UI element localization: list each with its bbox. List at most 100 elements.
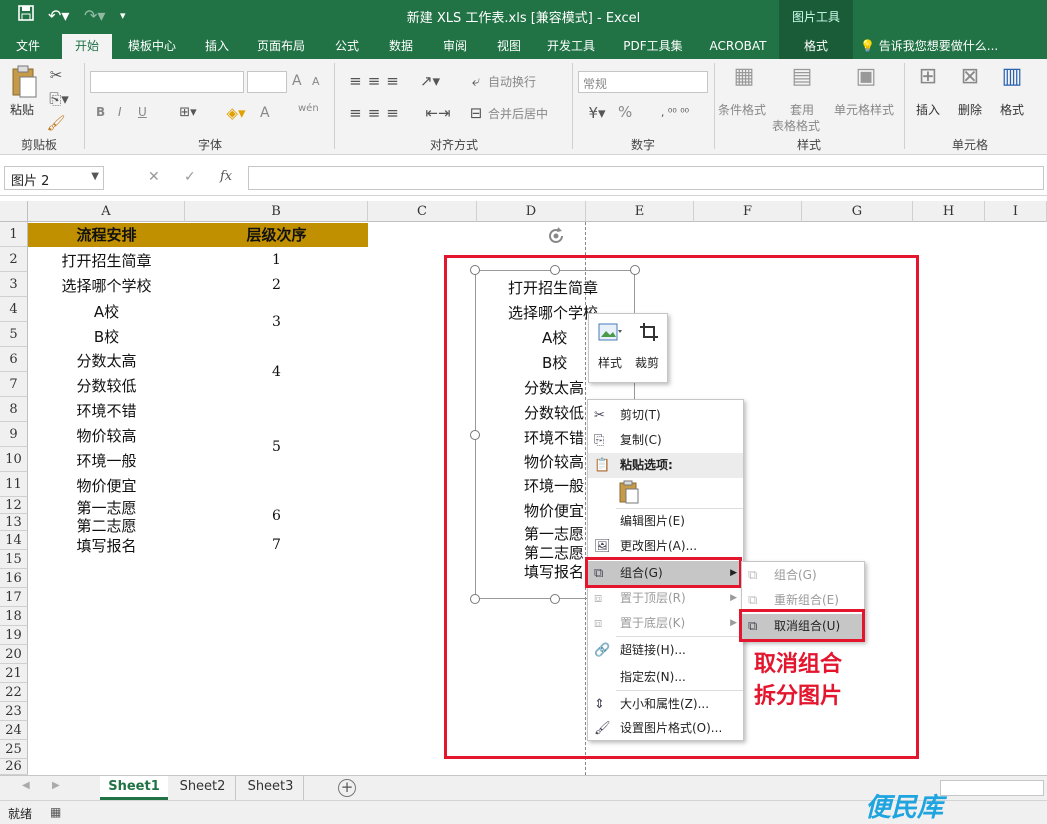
cell-b[interactable]: 7: [185, 537, 368, 553]
row-header[interactable]: 12: [0, 497, 28, 514]
underline-button[interactable]: U: [138, 105, 147, 119]
bold-button[interactable]: B: [96, 105, 105, 119]
submenu-item-group[interactable]: ⧉ 组合(G): [742, 563, 864, 588]
menu-item-edit-picture[interactable]: 编辑图片(E): [588, 509, 743, 534]
cell-a[interactable]: 物价较高: [28, 425, 185, 446]
merge-center-icon[interactable]: ⊟: [466, 103, 486, 123]
sheet-tab-3[interactable]: Sheet3: [238, 776, 304, 800]
crop-icon[interactable]: [639, 322, 659, 344]
format-as-table-button[interactable]: 套用: [790, 101, 814, 118]
conditional-format-icon[interactable]: ▦: [730, 66, 758, 88]
font-color-button[interactable]: A: [260, 105, 270, 121]
shrink-font-button[interactable]: A: [312, 75, 320, 88]
phonetic-button[interactable]: wén: [298, 103, 319, 114]
macro-record-icon[interactable]: ▦: [50, 805, 61, 819]
fill-color-icon[interactable]: ◈▾: [220, 103, 252, 123]
row-header[interactable]: 16: [0, 569, 28, 588]
resize-handle[interactable]: [550, 265, 560, 275]
grow-font-button[interactable]: A: [292, 73, 302, 89]
cell-b[interactable]: 6: [185, 508, 368, 524]
sheet-tab-2[interactable]: Sheet2: [170, 776, 236, 800]
tab-templates[interactable]: 模板中心: [118, 34, 186, 59]
cell-a[interactable]: B校: [28, 326, 185, 347]
percent-button[interactable]: %: [618, 103, 632, 121]
name-box[interactable]: 图片 2 ▼: [4, 166, 104, 190]
paste-option-clipboard-icon[interactable]: [618, 480, 642, 506]
cell-b[interactable]: 1: [185, 252, 368, 268]
orientation-icon[interactable]: ↗▾: [416, 71, 444, 91]
row-header[interactable]: 21: [0, 664, 28, 683]
cell-b[interactable]: 4: [185, 364, 368, 380]
row-header[interactable]: 17: [0, 588, 28, 607]
cell-a[interactable]: 环境一般: [28, 450, 185, 471]
horizontal-scrollbar[interactable]: [940, 780, 1044, 796]
cell-a[interactable]: A校: [28, 301, 185, 322]
borders-icon[interactable]: ⊞▾: [170, 103, 206, 123]
cell-styles-button[interactable]: 单元格样式: [834, 101, 894, 118]
row-header[interactable]: 13: [0, 514, 28, 531]
row-header[interactable]: 1: [0, 222, 28, 247]
column-header[interactable]: G: [802, 201, 913, 222]
cell-a[interactable]: 第二志愿: [28, 515, 185, 536]
confirm-entry-button[interactable]: ✓: [184, 169, 196, 185]
format-as-table-icon[interactable]: ▤: [788, 66, 816, 88]
resize-handle[interactable]: [470, 594, 480, 604]
worksheet-grid[interactable]: A B C D E F G H I 1 2 3 4 5 6 7 8 9 10 1…: [0, 201, 1047, 775]
font-name-combo[interactable]: [90, 71, 244, 93]
menu-item-hyperlink[interactable]: 🔗 超链接(H)...: [588, 638, 743, 663]
row-header[interactable]: 7: [0, 372, 28, 397]
tab-developer[interactable]: 开发工具: [538, 34, 604, 59]
merge-center-button[interactable]: 合并后居中: [488, 105, 548, 122]
cell-a[interactable]: 选择哪个学校: [28, 275, 185, 296]
row-header[interactable]: 22: [0, 683, 28, 702]
row-header[interactable]: 20: [0, 645, 28, 664]
tab-file[interactable]: 文件: [6, 34, 50, 59]
scroll-left-icon[interactable]: ◀: [22, 780, 30, 791]
menu-item-assign-macro[interactable]: 指定宏(N)...: [588, 665, 743, 690]
insert-cells-icon[interactable]: ⊞: [914, 66, 942, 88]
resize-handle[interactable]: [630, 265, 640, 275]
row-header[interactable]: 23: [0, 702, 28, 721]
cell-a[interactable]: 分数较低: [28, 375, 185, 396]
font-size-combo[interactable]: [247, 71, 287, 93]
cell-b[interactable]: 3: [185, 314, 368, 330]
menu-item-cut[interactable]: ✂ 剪切(T): [588, 403, 743, 428]
delete-cells-icon[interactable]: ⊠: [956, 66, 984, 88]
conditional-format-button[interactable]: 条件格式: [718, 101, 766, 118]
tab-pdf-tools[interactable]: PDF工具集: [614, 34, 692, 59]
format-painter-icon[interactable]: 🖌: [46, 113, 66, 133]
wrap-text-button[interactable]: 自动换行: [488, 73, 536, 90]
menu-item-bring-to-front[interactable]: ⧈ 置于顶层(R) ▶: [588, 586, 743, 611]
cell-a[interactable]: 打开招生简章: [28, 250, 185, 271]
italic-button[interactable]: I: [118, 105, 122, 119]
vertical-align-icons[interactable]: ≡≡≡: [342, 71, 412, 91]
currency-icon[interactable]: ¥▾: [580, 103, 614, 123]
header-cell-process[interactable]: 流程安排: [28, 223, 185, 247]
menu-item-format-picture[interactable]: 🖌 设置图片格式(O)...: [588, 716, 743, 741]
rotate-handle-icon[interactable]: [545, 225, 567, 247]
row-header[interactable]: 26: [0, 759, 28, 775]
picture-style-button[interactable]: 样式: [598, 354, 622, 371]
cut-icon[interactable]: ✂: [46, 65, 66, 85]
cell-b[interactable]: 5: [185, 439, 368, 455]
add-sheet-icon[interactable]: +: [338, 779, 356, 797]
sheet-tab-1[interactable]: Sheet1: [100, 776, 168, 800]
header-cell-level[interactable]: 层级次序: [185, 223, 368, 247]
row-header[interactable]: 24: [0, 721, 28, 740]
tab-page-layout[interactable]: 页面布局: [248, 34, 314, 59]
resize-handle[interactable]: [470, 430, 480, 440]
paste-button[interactable]: 粘贴: [10, 101, 34, 118]
row-header[interactable]: 10: [0, 447, 28, 472]
resize-handle[interactable]: [550, 594, 560, 604]
row-header[interactable]: 18: [0, 607, 28, 626]
tab-data[interactable]: 数据: [378, 34, 424, 59]
indent-icons[interactable]: ⇤⇥: [416, 103, 460, 123]
tab-review[interactable]: 审阅: [432, 34, 478, 59]
tab-home[interactable]: 开始: [62, 34, 112, 59]
resize-handle[interactable]: [470, 265, 480, 275]
menu-item-change-picture[interactable]: 🖼 更改图片(A)...: [588, 534, 743, 559]
row-header[interactable]: 2: [0, 247, 28, 272]
decimal-icons[interactable]: , ⁰⁰ ⁰⁰: [640, 103, 710, 123]
tab-view[interactable]: 视图: [486, 34, 532, 59]
cancel-entry-button[interactable]: ✕: [148, 169, 160, 185]
